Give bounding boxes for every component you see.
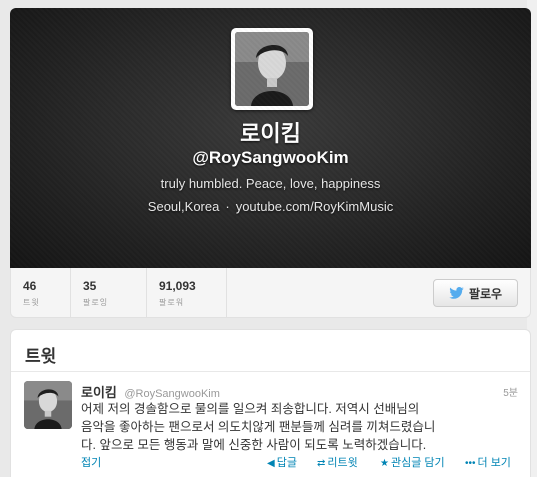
stat-following-label: 팔로잉 xyxy=(83,298,109,307)
follow-button-label: 팔로우 xyxy=(468,286,503,301)
profile-name: 로이킴 xyxy=(240,121,301,146)
reply-action[interactable]: ◀ 답글 xyxy=(267,454,297,470)
follow-button[interactable]: 팔로우 xyxy=(433,279,518,307)
reply-icon: ◀ xyxy=(267,458,275,469)
reply-label: 답글 xyxy=(276,457,297,469)
tweet-item[interactable]: 로이킴 @RoySangwooKim 5분 어제 저의 경솔함으로 물의를 일으… xyxy=(11,372,530,477)
retweet-action[interactable]: ⇄ 리트윗 xyxy=(317,454,358,470)
tweet-text: 어제 저의 경솔함으로 물의를 일으켜 죄송합니다. 저역시 선배님의 음악을 … xyxy=(81,400,521,454)
tweet-author-handle[interactable]: @RoySangwooKim xyxy=(124,388,220,400)
tweet-timestamp[interactable]: 5분 xyxy=(503,384,518,399)
retweet-icon: ⇄ xyxy=(317,458,326,469)
stat-tweets-label: 트윗 xyxy=(23,298,40,307)
stat-tweets-count: 46 xyxy=(23,279,37,293)
tweets-card: 트윗 로이킴 @RoySangwooKim 5분 어제 저의 경솔함으로 물의를… xyxy=(10,329,531,477)
tweet-header: 로이킴 @RoySangwooKim xyxy=(81,382,220,402)
profile-photo xyxy=(235,32,309,106)
stat-tweets[interactable]: 46 트윗 xyxy=(11,268,71,318)
tweet-author-name[interactable]: 로이킴 xyxy=(81,385,117,400)
stat-followers[interactable]: 91,093 팔로워 xyxy=(147,268,227,318)
stat-followers-label: 팔로워 xyxy=(159,298,185,307)
profile-handle[interactable]: @RoySangwooKim xyxy=(10,148,531,168)
tweet-text-line: 다. 앞으로 모든 행동과 말에 신중한 사람이 되도록 노력하겠습니다. xyxy=(81,438,427,452)
favorite-action[interactable]: ★ 관심글 담기 xyxy=(380,454,445,470)
stat-followers-count: 91,093 xyxy=(159,279,196,293)
stat-following-count: 35 xyxy=(83,279,97,293)
more-label: 더 보기 xyxy=(477,457,511,469)
tweet-actions: 접기 ◀ 답글 ⇄ 리트윗 ★ 관심글 담기 ••• 더 보기 xyxy=(81,454,519,470)
tweet-text-line: 어제 저의 경솔함으로 물의를 일으켜 죄송합니다. 저역시 선배님의 xyxy=(81,402,420,416)
more-icon: ••• xyxy=(465,458,476,469)
collapse-link[interactable]: 접기 xyxy=(81,454,101,470)
profile-avatar[interactable] xyxy=(231,28,313,110)
profile-stats-bar: 46 트윗 35 팔로잉 91,093 팔로워 팔로우 xyxy=(10,268,531,318)
tweet-text-line: 음악을 좋아하는 팬으로서 의도치않게 팬분들께 심려를 끼쳐드렸습니 xyxy=(81,420,436,434)
more-action[interactable]: ••• 더 보기 xyxy=(465,454,511,470)
star-icon: ★ xyxy=(380,458,389,469)
favorite-label: 관심글 담기 xyxy=(390,457,445,469)
profile-bio: truly humbled. Peace, love, happiness xyxy=(160,176,381,191)
profile-website-link[interactable]: youtube.com/RoyKimMusic xyxy=(236,199,394,214)
tweet-avatar[interactable] xyxy=(24,381,72,429)
profile-location: Seoul,Korea xyxy=(147,199,220,214)
twitter-bird-icon xyxy=(449,287,464,299)
retweet-label: 리트윗 xyxy=(327,457,358,469)
meta-separator: · xyxy=(225,199,230,214)
tweets-section-title: 트윗 xyxy=(11,330,530,372)
stat-following[interactable]: 35 팔로잉 xyxy=(71,268,147,318)
profile-meta: Seoul,Korea · youtube.com/RoyKimMusic xyxy=(10,199,531,214)
profile-header-card: 로이킴 @RoySangwooKim truly humbled. Peace,… xyxy=(10,8,531,268)
